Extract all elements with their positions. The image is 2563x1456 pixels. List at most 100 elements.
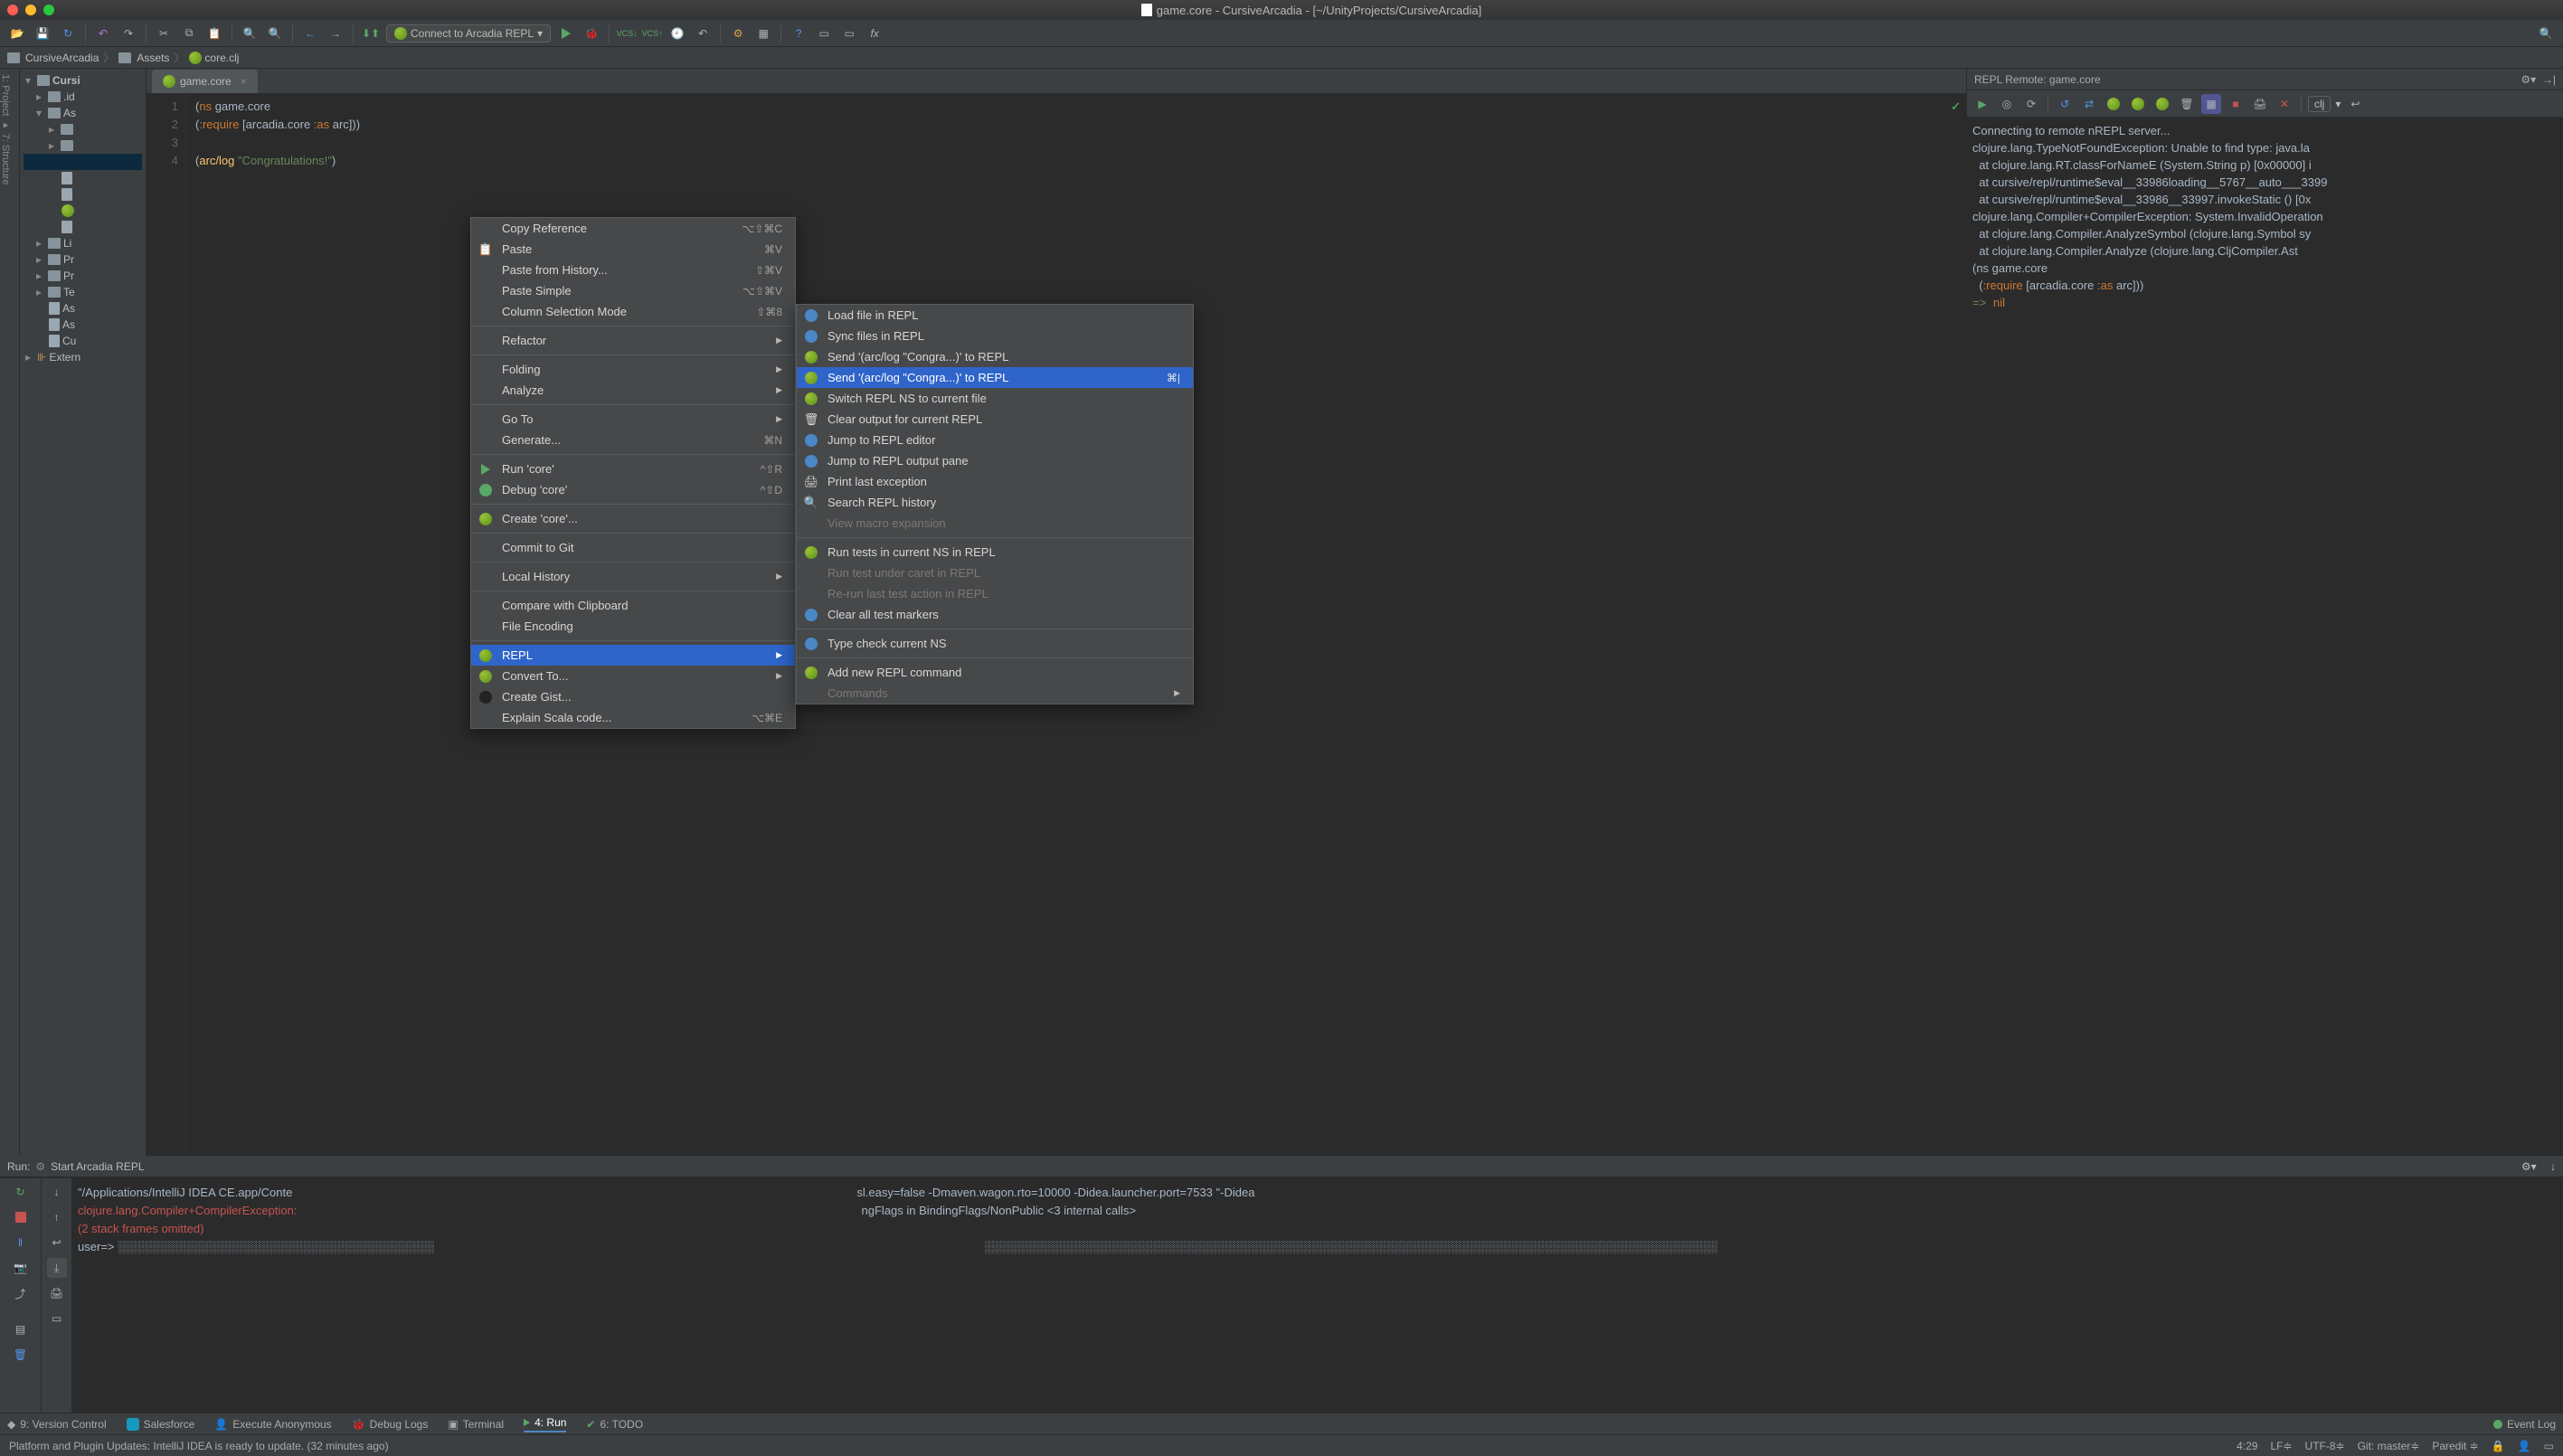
rerun-icon[interactable]: ↻: [11, 1182, 31, 1202]
menu-item[interactable]: Send '(arc/log "Congra...)' to REPL⌘|: [797, 367, 1193, 388]
hide-icon[interactable]: →|: [2542, 73, 2556, 86]
menu-item[interactable]: 🗑Clear output for current REPL: [797, 409, 1193, 430]
repl-lang-combo[interactable]: clj: [2308, 96, 2331, 112]
tree-item[interactable]: Te: [63, 286, 75, 298]
structure-icon[interactable]: ▦: [753, 24, 773, 43]
tree-item[interactable]: Cu: [62, 335, 76, 347]
load-file-icon[interactable]: ↺: [2055, 94, 2075, 114]
trash-icon[interactable]: 🗑: [2177, 94, 2197, 114]
menu-item[interactable]: Create Gist...: [471, 686, 795, 707]
tab-terminal[interactable]: ▣ Terminal: [448, 1418, 504, 1431]
editor-context-menu[interactable]: Copy Reference⌥⇧⌘C📋Paste⌘VPaste from His…: [470, 217, 796, 729]
close-window-button[interactable]: [7, 5, 18, 15]
menu-item[interactable]: Column Selection Mode⇧⌘8: [471, 301, 795, 322]
status-message[interactable]: Platform and Plugin Updates: IntelliJ ID…: [9, 1440, 389, 1452]
history-icon[interactable]: 🕘: [667, 24, 687, 43]
tab-todo[interactable]: ✔6: TODO: [586, 1418, 643, 1431]
run-icon[interactable]: ▶: [1972, 94, 1992, 114]
switch-ns-icon[interactable]: [2152, 94, 2172, 114]
run-config-combo[interactable]: Connect to Arcadia REPL ▾: [386, 24, 551, 43]
menu-item[interactable]: Debug 'core'^⇧D: [471, 479, 795, 500]
tree-item[interactable]: Li: [63, 237, 71, 250]
cursor-position[interactable]: 4:29: [2237, 1440, 2257, 1452]
filter-icon[interactable]: ▭: [47, 1309, 67, 1328]
menu-item[interactable]: Generate...⌘N: [471, 430, 795, 450]
close-icon[interactable]: ✕: [2275, 94, 2294, 114]
menu-item[interactable]: Run tests in current NS in REPL: [797, 542, 1193, 563]
help-icon[interactable]: ?: [789, 24, 809, 43]
menu-item[interactable]: Type check current NS: [797, 633, 1193, 654]
project-root[interactable]: Cursi: [52, 74, 80, 87]
tab-event-log[interactable]: Event Log: [2493, 1418, 2556, 1431]
menu-item[interactable]: Go To: [471, 409, 795, 430]
tab-game-core[interactable]: game.core×: [152, 70, 258, 93]
tree-item[interactable]: As: [62, 302, 75, 315]
tab-execute-anonymous[interactable]: 👤Execute Anonymous: [214, 1418, 331, 1431]
memory-indicator[interactable]: ▭: [2544, 1440, 2554, 1452]
replace-icon[interactable]: 🔍: [265, 24, 285, 43]
menu-item[interactable]: Explain Scala code...⌥⌘E: [471, 707, 795, 728]
find-icon[interactable]: 🔍: [240, 24, 260, 43]
tree-item[interactable]: .id: [63, 90, 75, 103]
debug-button[interactable]: 🐞: [582, 24, 601, 43]
redo-icon[interactable]: ↷: [118, 24, 138, 43]
vcs-commit-icon[interactable]: VCS↑: [642, 24, 662, 43]
menu-item[interactable]: Run 'core'^⇧R: [471, 459, 795, 479]
settings-icon[interactable]: ⚙▾: [2520, 73, 2536, 86]
menu-item[interactable]: File Encoding: [471, 616, 795, 637]
menu-item[interactable]: Compare with Clipboard: [471, 595, 795, 616]
stop-icon[interactable]: [11, 1207, 31, 1227]
trash-icon[interactable]: 🗑: [11, 1345, 31, 1365]
menu-item[interactable]: Refactor: [471, 330, 795, 351]
tree-item[interactable]: Pr: [63, 269, 74, 282]
paste-icon[interactable]: 📋: [204, 24, 224, 43]
run-button[interactable]: [556, 24, 576, 43]
menu-item[interactable]: Jump to REPL output pane: [797, 450, 1193, 471]
undo-icon[interactable]: ↶: [93, 24, 113, 43]
cut-icon[interactable]: ✂: [154, 24, 174, 43]
git-branch[interactable]: Git: master≑: [2358, 1440, 2420, 1452]
tree-item[interactable]: As: [62, 318, 75, 331]
interrupt-icon[interactable]: ⟳: [2021, 94, 2041, 114]
sync-icon[interactable]: ⇄: [2079, 94, 2099, 114]
close-tab-icon[interactable]: ×: [241, 75, 247, 88]
tree-item[interactable]: Extern: [49, 351, 80, 364]
menu-item[interactable]: 🖨Print last exception: [797, 471, 1193, 492]
menu-item[interactable]: Send '(arc/log "Congra...)' to REPL: [797, 346, 1193, 367]
jump-editor-icon[interactable]: ▦: [2201, 94, 2221, 114]
tab-run[interactable]: 4: Run: [524, 1416, 566, 1432]
line-separator[interactable]: LF≑: [2270, 1440, 2292, 1452]
stop-repl-icon[interactable]: ■: [2226, 94, 2246, 114]
paredit-mode[interactable]: Paredit ≑: [2432, 1440, 2478, 1452]
menu-item[interactable]: Local History: [471, 566, 795, 587]
repl-output[interactable]: Connecting to remote nREPL server... clo…: [1967, 118, 2563, 1156]
layout-icon[interactable]: ▭: [814, 24, 834, 43]
menu-item[interactable]: REPL: [471, 645, 795, 666]
settings-icon[interactable]: ⚙▾: [2521, 1160, 2537, 1173]
tree-item[interactable]: As: [63, 107, 76, 119]
vcs-update-icon[interactable]: VCS↓: [617, 24, 637, 43]
fx-icon[interactable]: fx: [865, 24, 884, 43]
tab-debug-logs[interactable]: 🐞Debug Logs: [352, 1418, 429, 1431]
menu-item[interactable]: Copy Reference⌥⇧⌘C: [471, 218, 795, 239]
soft-wrap-icon[interactable]: ↩: [2345, 94, 2365, 114]
send-form-icon[interactable]: [2104, 94, 2123, 114]
print-icon[interactable]: 🖨: [2250, 94, 2270, 114]
menu-item[interactable]: Sync files in REPL: [797, 326, 1193, 346]
menu-item[interactable]: Commit to Git: [471, 537, 795, 558]
menu-item[interactable]: Paste Simple⌥⇧⌘V: [471, 280, 795, 301]
zoom-window-button[interactable]: [43, 5, 54, 15]
revert-icon[interactable]: ↶: [693, 24, 713, 43]
menu-item[interactable]: Switch REPL NS to current file: [797, 388, 1193, 409]
hector-icon[interactable]: 👤: [2518, 1440, 2531, 1452]
layout-icon[interactable]: ▤: [11, 1319, 31, 1339]
breadcrumb-file[interactable]: core.clj: [204, 52, 239, 64]
settings-icon[interactable]: ⚙: [728, 24, 748, 43]
menu-item[interactable]: Jump to REPL editor: [797, 430, 1193, 450]
send-top-icon[interactable]: [2128, 94, 2148, 114]
menu-item[interactable]: Folding: [471, 359, 795, 380]
up-icon[interactable]: ↑: [47, 1207, 67, 1227]
search-everywhere-icon[interactable]: 🔍: [2536, 24, 2556, 43]
hide-icon[interactable]: ↓: [2550, 1160, 2556, 1173]
scroll-icon[interactable]: ⤓: [47, 1258, 67, 1278]
